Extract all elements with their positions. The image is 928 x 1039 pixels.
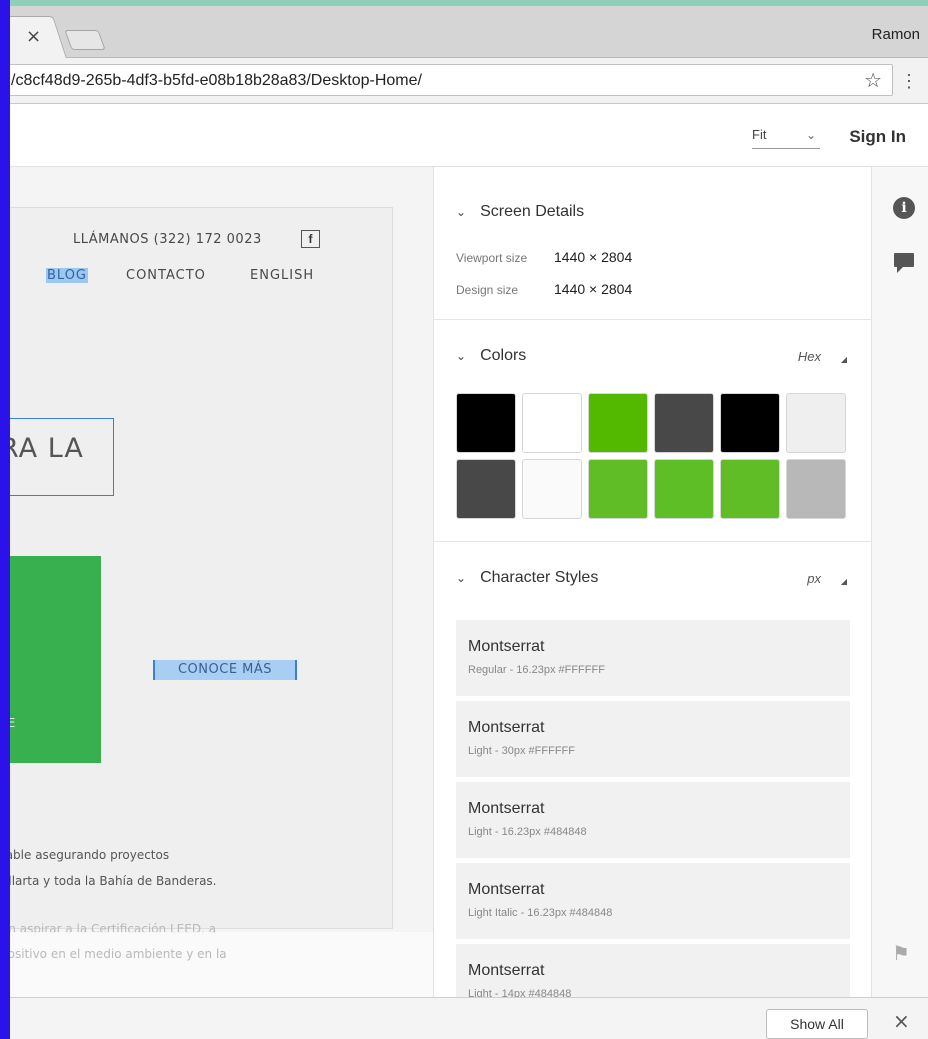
color-swatch[interactable] [720, 459, 780, 519]
style-font-name: Montserrat [468, 800, 545, 817]
character-style-card[interactable]: Montserrat Light Italic - 16.23px #48484… [456, 863, 850, 939]
color-swatch[interactable] [720, 393, 780, 453]
browser-menu-icon[interactable]: ⋮ [900, 72, 918, 90]
tab-close-icon[interactable]: × [26, 27, 41, 47]
character-style-card[interactable]: Montserrat Light - 16.23px #484848 [456, 782, 850, 858]
nav-english[interactable]: ENGLISH [250, 268, 314, 283]
info-icon[interactable]: i [893, 197, 915, 219]
color-swatch[interactable] [456, 393, 516, 453]
character-style-card[interactable]: Montserrat Light - 14px #484848 [456, 944, 850, 997]
zoom-select[interactable]: Fit ⌄ [752, 127, 820, 149]
chevron-down-icon: ⌄ [456, 349, 467, 363]
nav-blog[interactable]: BLOG [46, 268, 89, 283]
color-swatch[interactable] [654, 459, 714, 519]
colors-title: Colors [480, 347, 527, 364]
new-tab-button[interactable] [64, 30, 106, 50]
zoom-label: Fit [752, 127, 767, 142]
character-styles-title: Character Styles [480, 569, 599, 586]
character-style-card[interactable]: Montserrat Regular - 16.23px #FFFFFF [456, 620, 850, 696]
style-detail: Regular - 16.23px #FFFFFF [468, 664, 605, 676]
viewport-size-label: Viewport size [456, 251, 528, 265]
color-swatch[interactable] [786, 459, 846, 519]
color-format-label[interactable]: Hex [798, 349, 821, 364]
paragraph-line: positivo en el medio ambiente y en la [0, 947, 227, 961]
paragraph-line: table asegurando proyectos [1, 848, 170, 862]
color-swatch[interactable] [456, 459, 516, 519]
style-detail: Light - 30px #FFFFFF [468, 745, 575, 757]
color-swatch[interactable] [522, 393, 582, 453]
chevron-down-icon: ⌄ [805, 128, 816, 142]
style-font-name: Montserrat [468, 881, 545, 898]
design-size-label: Design size [456, 283, 519, 297]
section-divider [434, 319, 871, 320]
browser-toolbar: /c8cf48d9-265b-4df3-b5fd-e08b18b28a83/De… [0, 58, 928, 104]
right-rail: i ⚑ [871, 167, 928, 997]
style-font-name: Montserrat [468, 719, 545, 736]
format-toggle-icon[interactable]: ◢ [841, 355, 847, 364]
artboard-desktop-home[interactable]: LLÁMANOS (322) 172 0023 f BLOG CONTACTO … [0, 207, 393, 936]
sign-in-link[interactable]: Sign In [849, 127, 906, 147]
canvas-fade-overlay: positivo en el medio ambiente y en la [0, 932, 433, 997]
inspector-panel: ⌄ Screen Details Viewport size 1440 × 280… [433, 167, 871, 997]
conoce-mas-button[interactable]: CONOCE MÁS [153, 660, 297, 680]
hero-heading-selection[interactable]: RA LA [0, 418, 114, 496]
address-bar[interactable]: /c8cf48d9-265b-4df3-b5fd-e08b18b28a83/De… [0, 64, 893, 96]
flag-icon[interactable]: ⚑ [892, 941, 910, 965]
hero-heading: RA LA [0, 433, 84, 464]
color-swatch[interactable] [588, 459, 648, 519]
screen-details-header[interactable]: ⌄ Screen Details [456, 203, 584, 221]
phone-text[interactable]: LLÁMANOS (322) 172 0023 [73, 232, 262, 247]
chevron-down-icon: ⌄ [456, 205, 467, 219]
color-swatch[interactable] [786, 393, 846, 453]
chevron-down-icon: ⌄ [456, 571, 467, 585]
color-swatch[interactable] [654, 393, 714, 453]
profile-name[interactable]: Ramon [872, 26, 920, 43]
paragraph-line: allarta y toda la Bahía de Banderas. [1, 874, 217, 888]
comment-icon[interactable] [894, 253, 914, 273]
character-styles-header[interactable]: ⌄ Character Styles [456, 569, 598, 587]
nav-contacto[interactable]: CONTACTO [126, 268, 206, 283]
style-unit-label[interactable]: px [807, 571, 821, 586]
browser-tab-strip: × Ramon [0, 6, 928, 58]
character-style-card[interactable]: Montserrat Light - 30px #FFFFFF [456, 701, 850, 777]
colors-header[interactable]: ⌄ Colors [456, 347, 526, 365]
unit-toggle-icon[interactable]: ◢ [841, 577, 847, 586]
style-detail: Light Italic - 16.23px #484848 [468, 907, 613, 919]
style-font-name: Montserrat [468, 962, 545, 979]
close-icon[interactable]: × [893, 1011, 910, 1031]
style-detail: Light - 16.23px #484848 [468, 826, 587, 838]
color-swatch[interactable] [522, 459, 582, 519]
bookmark-star-icon[interactable]: ☆ [864, 68, 882, 93]
section-divider [434, 541, 871, 542]
app-header: Fit ⌄ Sign In [0, 105, 928, 167]
style-font-name: Montserrat [468, 638, 545, 655]
design-canvas[interactable]: LLÁMANOS (322) 172 0023 f BLOG CONTACTO … [0, 167, 433, 997]
window-edge-strip [0, 0, 10, 1039]
url-text[interactable]: /c8cf48d9-265b-4df3-b5fd-e08b18b28a83/De… [11, 72, 422, 90]
facebook-icon[interactable]: f [301, 230, 320, 248]
screen-details-title: Screen Details [480, 203, 585, 220]
downloads-bar: Show All × [0, 997, 928, 1039]
style-detail: Light - 14px #484848 [468, 988, 572, 997]
green-feature-block[interactable]: N N LE [1, 556, 101, 763]
color-swatch[interactable] [588, 393, 648, 453]
show-all-button[interactable]: Show All [766, 1009, 868, 1039]
design-size-value: 1440 × 2804 [554, 281, 633, 297]
viewport-size-value: 1440 × 2804 [554, 249, 633, 265]
